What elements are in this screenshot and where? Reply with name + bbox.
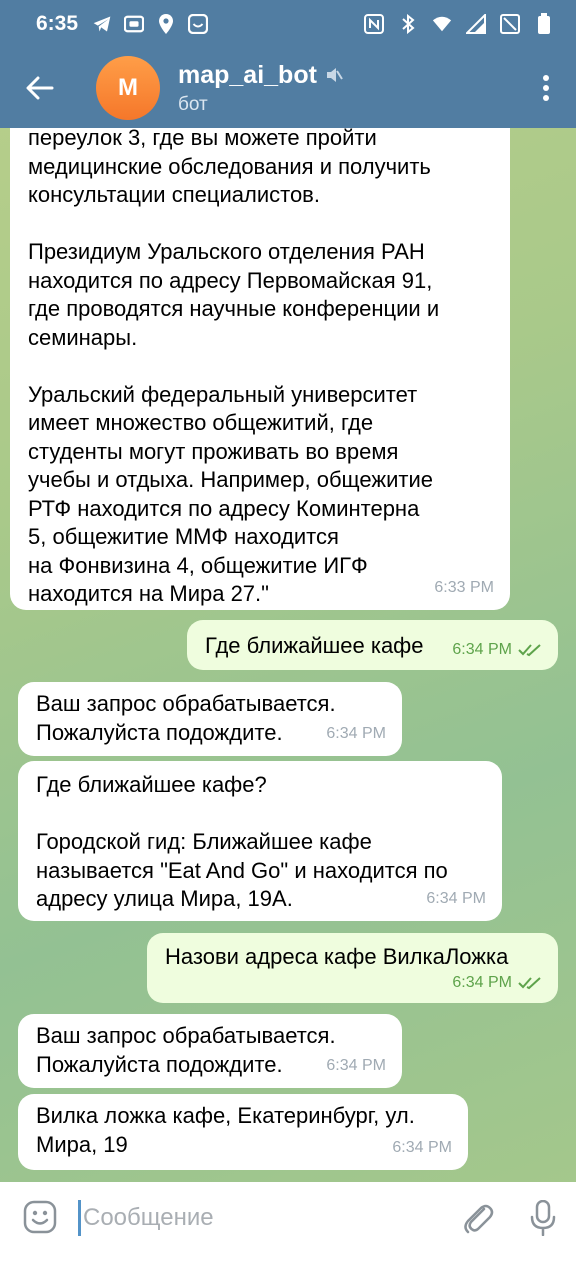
location-pin-icon xyxy=(156,14,176,34)
message-bubble[interactable]: Где ближайшее кафе? Городской гид: Ближа… xyxy=(18,761,502,921)
message-meta: 6:34 PM xyxy=(326,1052,386,1081)
message-text: Вилка ложка кафе, Екатеринбург, ул. Мира… xyxy=(36,1103,415,1157)
telegram-icon xyxy=(92,14,112,34)
status-right-icons xyxy=(364,13,554,34)
message-time: 6:33 PM xyxy=(434,578,494,596)
message-time: 6:34 PM xyxy=(326,1056,386,1074)
more-vert-icon xyxy=(543,75,549,101)
message-composer xyxy=(0,1182,576,1280)
chat-title-area[interactable]: map_ai_bot бот xyxy=(178,61,343,116)
muted-speaker-icon xyxy=(326,68,343,82)
avatar[interactable]: M xyxy=(96,56,160,120)
message-bubble[interactable]: Ваш запрос обрабатывается. Пожалуйста по… xyxy=(18,682,402,756)
message-time: 6:34 PM xyxy=(426,889,486,907)
signal-icon-2 xyxy=(500,14,520,34)
status-left-icons xyxy=(92,14,209,34)
chat-area[interactable]: переулок 3, где вы можете пройти медицин… xyxy=(0,128,576,1182)
emoji-icon xyxy=(23,1200,57,1234)
chat-title-text: map_ai_bot xyxy=(178,60,317,89)
chat-title: map_ai_bot xyxy=(178,61,343,90)
emoji-button[interactable] xyxy=(2,1198,78,1274)
status-bar: 6:35 xyxy=(0,0,576,48)
message-time: 6:34 PM xyxy=(326,724,386,742)
message-meta: 6:34 PM xyxy=(426,885,486,914)
attach-button[interactable] xyxy=(446,1198,510,1238)
double-check-icon xyxy=(518,977,541,989)
status-time: 6:35 xyxy=(36,12,79,35)
screen-share-icon xyxy=(124,14,145,34)
message-text: переулок 3, где вы можете пройти медицин… xyxy=(28,128,440,606)
wifi-icon xyxy=(432,14,452,34)
paperclip-icon xyxy=(464,1204,494,1234)
message-time: 6:34 PM xyxy=(452,973,512,991)
message-text: Где ближайшее кафе? Городской гид: Ближа… xyxy=(36,772,448,911)
message-text: Назови адреса кафе ВилкаЛожка xyxy=(165,944,509,969)
chat-subtitle: бот xyxy=(178,93,208,115)
double-check-icon xyxy=(518,644,541,656)
message-meta: 6:34 PM xyxy=(392,1134,452,1163)
signal-icon xyxy=(466,14,486,34)
battery-icon xyxy=(534,13,554,34)
microphone-icon xyxy=(530,1200,556,1236)
message-time: 6:34 PM xyxy=(392,1138,452,1156)
app-bar: M map_ai_bot бот xyxy=(0,48,576,128)
message-input[interactable] xyxy=(81,1198,441,1238)
message-meta: 6:33 PM xyxy=(434,574,494,603)
message-bubble[interactable]: Вилка ложка кафе, Екатеринбург, ул. Мира… xyxy=(18,1094,468,1170)
message-meta: 6:34 PM xyxy=(326,720,386,749)
message-bubble[interactable]: переулок 3, где вы можете пройти медицин… xyxy=(10,128,510,610)
smile-square-icon xyxy=(188,14,209,34)
voice-record-button[interactable] xyxy=(510,1198,576,1238)
top-bar: 6:35 M map_ai_bot бот xyxy=(0,0,576,128)
more-menu-button[interactable] xyxy=(516,48,576,128)
message-meta: 6:34 PM xyxy=(452,969,542,998)
back-arrow-icon xyxy=(26,76,54,100)
nfc-icon xyxy=(364,14,384,34)
bluetooth-icon xyxy=(398,14,418,34)
back-button[interactable] xyxy=(0,48,80,128)
message-bubble[interactable]: Назови адреса кафе ВилкаЛожка 6:34 PM xyxy=(147,933,558,1003)
message-bubble[interactable]: Где ближайшее кафе 6:34 PM xyxy=(187,620,558,670)
message-bubble[interactable]: Ваш запрос обрабатывается. Пожалуйста по… xyxy=(18,1014,402,1088)
message-meta: 6:34 PM xyxy=(452,636,542,665)
message-time: 6:34 PM xyxy=(452,640,512,658)
